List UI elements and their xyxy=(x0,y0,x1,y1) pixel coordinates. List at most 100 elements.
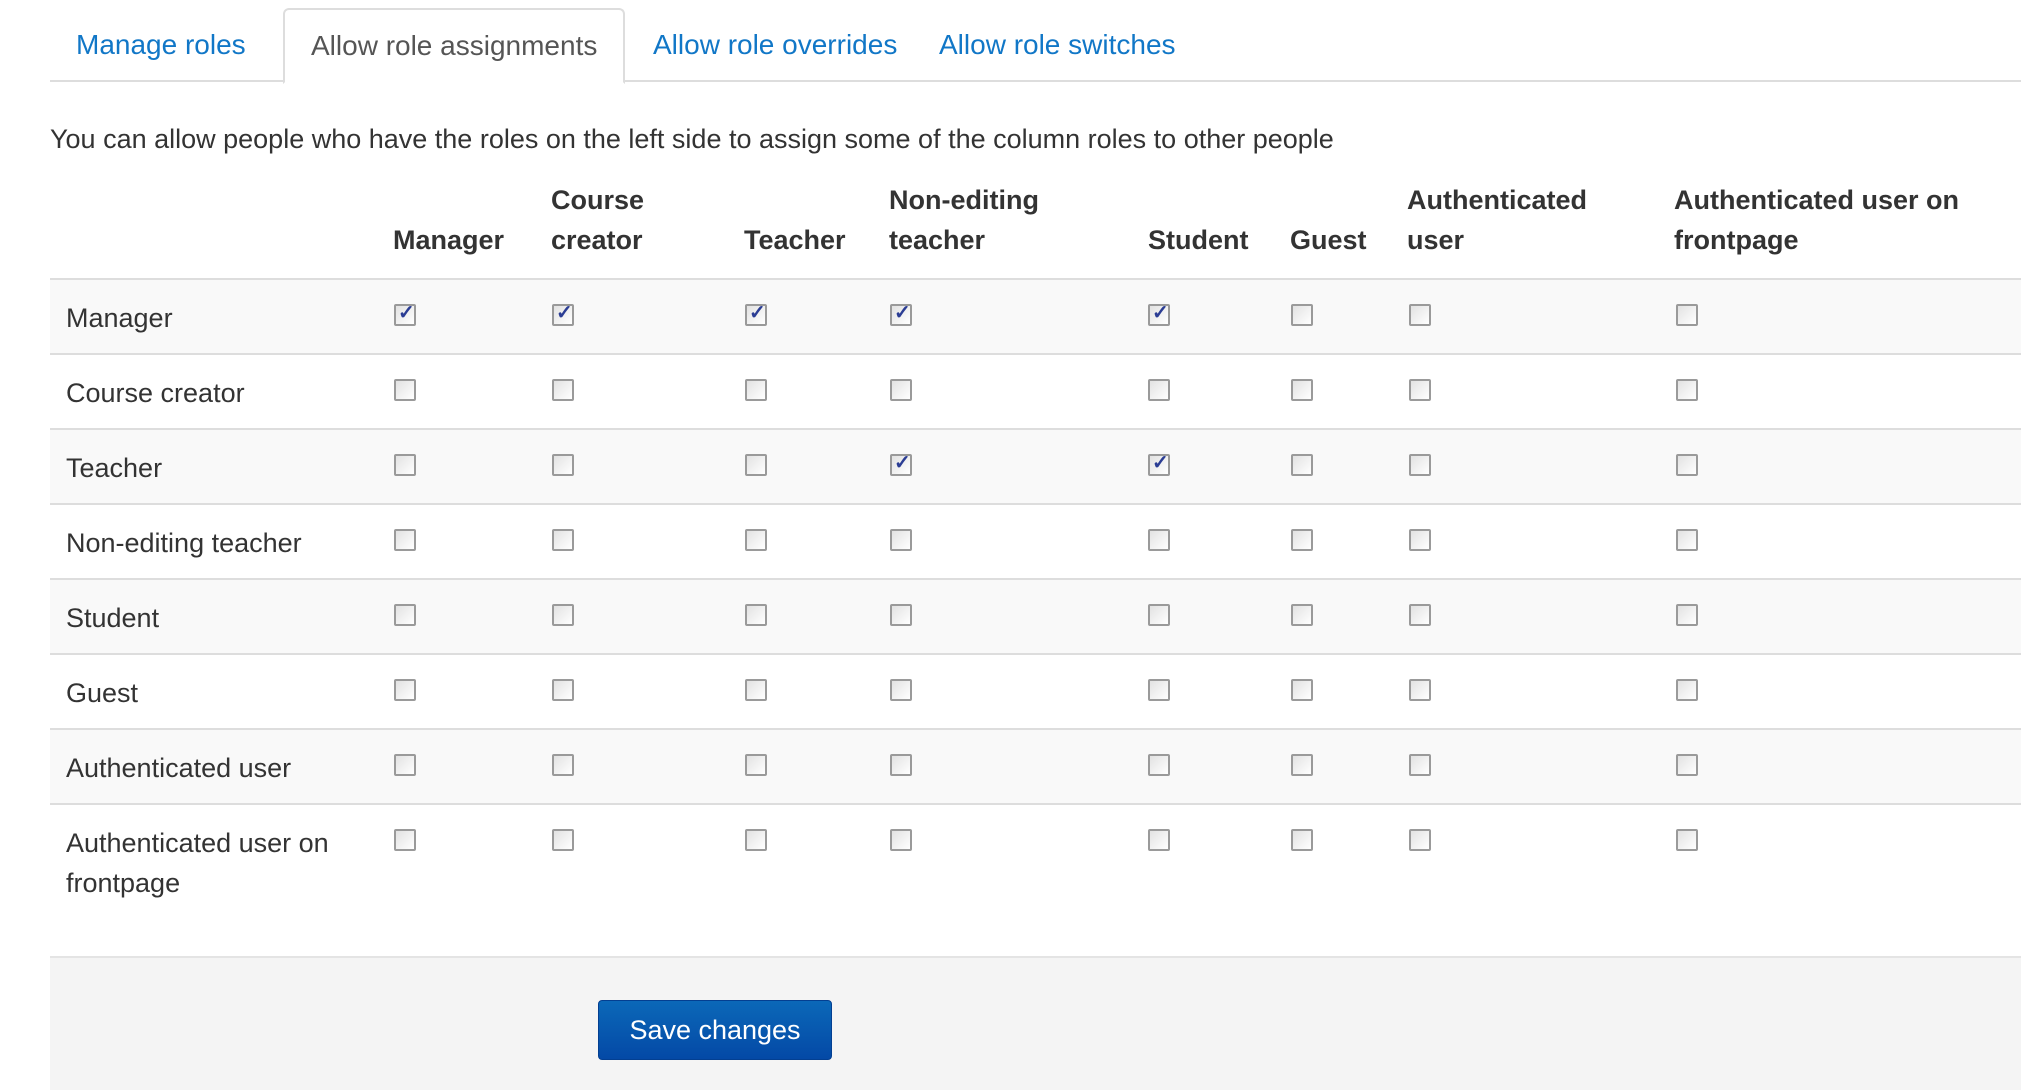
checkbox-guest[interactable]: ✓ xyxy=(1291,454,1313,476)
checkbox-student[interactable]: ✓ xyxy=(1148,679,1170,701)
checkbox-authenticated-user-on-frontpage[interactable]: ✓ xyxy=(1676,529,1698,551)
checkbox-teacher[interactable]: ✓ xyxy=(745,604,767,626)
checkbox-teacher[interactable]: ✓ xyxy=(745,302,767,326)
save-changes-button[interactable]: Save changes xyxy=(598,1000,832,1060)
checkmark-icon: ✓ xyxy=(894,302,911,324)
checkbox-non-editing-teacher[interactable]: ✓ xyxy=(890,452,912,476)
row-role-label: Guest xyxy=(66,678,139,708)
checkbox-student[interactable]: ✓ xyxy=(1148,379,1170,401)
checkbox-non-editing-teacher[interactable]: ✓ xyxy=(890,529,912,551)
checkbox-student[interactable]: ✓ xyxy=(1148,604,1170,626)
checkbox-student[interactable]: ✓ xyxy=(1148,452,1170,476)
checkmark-icon: ✓ xyxy=(1152,302,1169,324)
table-row: Manager ✓ ✓ ✓ ✓ ✓ ✓ ✓ ✓ xyxy=(50,278,2021,353)
page-description: You can allow people who have the roles … xyxy=(50,124,1334,154)
checkbox-student[interactable]: ✓ xyxy=(1148,754,1170,776)
checkbox-teacher[interactable]: ✓ xyxy=(745,454,767,476)
column-header-manager: Manager xyxy=(393,180,504,260)
table-header: Manager Course creator Teacher Non-editing t… xyxy=(50,178,2021,278)
checkbox-authenticated-user-on-frontpage[interactable]: ✓ xyxy=(1676,829,1698,851)
checkbox-authenticated-user[interactable]: ✓ xyxy=(1409,829,1431,851)
checkmark-icon: ✓ xyxy=(894,452,911,474)
row-role-label: Teacher xyxy=(66,453,163,483)
checkbox-manager[interactable]: ✓ xyxy=(394,302,416,326)
checkbox-non-editing-teacher[interactable]: ✓ xyxy=(890,829,912,851)
table-row: Course creator ✓ ✓ ✓ ✓ ✓ ✓ ✓ ✓ xyxy=(50,353,2021,428)
checkbox-non-editing-teacher[interactable]: ✓ xyxy=(890,604,912,626)
checkbox-teacher[interactable]: ✓ xyxy=(745,379,767,401)
tab-allow-role-assignments[interactable]: Allow role assignments xyxy=(283,8,626,84)
checkbox-authenticated-user[interactable]: ✓ xyxy=(1409,529,1431,551)
role-tabs: Manage roles Allow role assignments Allo… xyxy=(50,0,2021,84)
checkbox-non-editing-teacher[interactable]: ✓ xyxy=(890,679,912,701)
checkbox-teacher[interactable]: ✓ xyxy=(745,679,767,701)
checkbox-guest[interactable]: ✓ xyxy=(1291,754,1313,776)
column-header-authenticated-user: Authenticated user xyxy=(1407,180,1587,260)
checkbox-authenticated-user-on-frontpage[interactable]: ✓ xyxy=(1676,679,1698,701)
checkbox-guest[interactable]: ✓ xyxy=(1291,829,1313,851)
checkbox-student[interactable]: ✓ xyxy=(1148,829,1170,851)
checkbox-student[interactable]: ✓ xyxy=(1148,302,1170,326)
row-role-label: Manager xyxy=(66,303,173,333)
checkbox-course-creator[interactable]: ✓ xyxy=(552,829,574,851)
checkbox-course-creator[interactable]: ✓ xyxy=(552,679,574,701)
row-role-label: Course creator xyxy=(66,378,245,408)
column-header-line1 xyxy=(1290,180,1367,220)
table-body: Manager ✓ ✓ ✓ ✓ ✓ ✓ ✓ ✓ Course creator ✓ ✓ ✓ ✓ ✓ ✓ ✓ ✓ Tea… xyxy=(50,278,2021,958)
column-header-line2: Teacher xyxy=(744,225,846,255)
checkbox-teacher[interactable]: ✓ xyxy=(745,829,767,851)
checkbox-authenticated-user-on-frontpage[interactable]: ✓ xyxy=(1676,304,1698,326)
table-row: Student ✓ ✓ ✓ ✓ ✓ ✓ ✓ ✓ xyxy=(50,578,2021,653)
checkbox-non-editing-teacher[interactable]: ✓ xyxy=(890,754,912,776)
checkbox-course-creator[interactable]: ✓ xyxy=(552,302,574,326)
checkbox-guest[interactable]: ✓ xyxy=(1291,604,1313,626)
checkbox-student[interactable]: ✓ xyxy=(1148,529,1170,551)
tab-allow-role-switches[interactable]: Allow role switches xyxy=(913,8,1202,82)
tab-manage-roles[interactable]: Manage roles xyxy=(50,8,272,82)
tab-allow-role-overrides[interactable]: Allow role overrides xyxy=(627,8,923,82)
table-row: Authenticated user on frontpage ✓ ✓ ✓ ✓ ✓ ✓ ✓ ✓ xyxy=(50,803,2021,958)
checkmark-icon: ✓ xyxy=(556,302,573,324)
checkbox-manager[interactable]: ✓ xyxy=(394,754,416,776)
checkbox-course-creator[interactable]: ✓ xyxy=(552,529,574,551)
checkbox-guest[interactable]: ✓ xyxy=(1291,379,1313,401)
table-row: Authenticated user ✓ ✓ ✓ ✓ ✓ ✓ ✓ ✓ xyxy=(50,728,2021,803)
row-role-label: Authenticated user on frontpage xyxy=(66,828,329,898)
checkbox-authenticated-user[interactable]: ✓ xyxy=(1409,754,1431,776)
checkbox-authenticated-user-on-frontpage[interactable]: ✓ xyxy=(1676,604,1698,626)
checkbox-non-editing-teacher[interactable]: ✓ xyxy=(890,379,912,401)
checkbox-manager[interactable]: ✓ xyxy=(394,529,416,551)
checkbox-non-editing-teacher[interactable]: ✓ xyxy=(890,302,912,326)
table-row: Guest ✓ ✓ ✓ ✓ ✓ ✓ ✓ ✓ xyxy=(50,653,2021,728)
checkbox-manager[interactable]: ✓ xyxy=(394,829,416,851)
column-header-line2: Guest xyxy=(1290,225,1367,255)
checkbox-course-creator[interactable]: ✓ xyxy=(552,604,574,626)
checkbox-manager[interactable]: ✓ xyxy=(394,679,416,701)
checkbox-course-creator[interactable]: ✓ xyxy=(552,379,574,401)
role-assignment-table: Manager Course creator Teacher Non-editing t… xyxy=(50,178,2021,958)
checkbox-authenticated-user-on-frontpage[interactable]: ✓ xyxy=(1676,379,1698,401)
checkbox-authenticated-user[interactable]: ✓ xyxy=(1409,454,1431,476)
checkbox-teacher[interactable]: ✓ xyxy=(745,529,767,551)
checkbox-authenticated-user[interactable]: ✓ xyxy=(1409,679,1431,701)
checkbox-teacher[interactable]: ✓ xyxy=(745,754,767,776)
checkbox-guest[interactable]: ✓ xyxy=(1291,679,1313,701)
column-header-line2: Manager xyxy=(393,225,505,255)
checkbox-guest[interactable]: ✓ xyxy=(1291,529,1313,551)
checkbox-authenticated-user[interactable]: ✓ xyxy=(1409,304,1431,326)
column-header-line2: teacher xyxy=(889,225,986,255)
checkbox-course-creator[interactable]: ✓ xyxy=(552,754,574,776)
checkbox-authenticated-user[interactable]: ✓ xyxy=(1409,604,1431,626)
column-header-line2: Student xyxy=(1148,225,1249,255)
checkmark-icon: ✓ xyxy=(749,302,766,324)
checkbox-guest[interactable]: ✓ xyxy=(1291,304,1313,326)
checkbox-manager[interactable]: ✓ xyxy=(394,604,416,626)
checkbox-manager[interactable]: ✓ xyxy=(394,454,416,476)
column-header-line1: Course xyxy=(551,185,645,215)
row-role-label: Student xyxy=(66,603,160,633)
checkbox-authenticated-user[interactable]: ✓ xyxy=(1409,379,1431,401)
checkbox-manager[interactable]: ✓ xyxy=(394,379,416,401)
checkbox-authenticated-user-on-frontpage[interactable]: ✓ xyxy=(1676,454,1698,476)
checkbox-authenticated-user-on-frontpage[interactable]: ✓ xyxy=(1676,754,1698,776)
checkbox-course-creator[interactable]: ✓ xyxy=(552,454,574,476)
